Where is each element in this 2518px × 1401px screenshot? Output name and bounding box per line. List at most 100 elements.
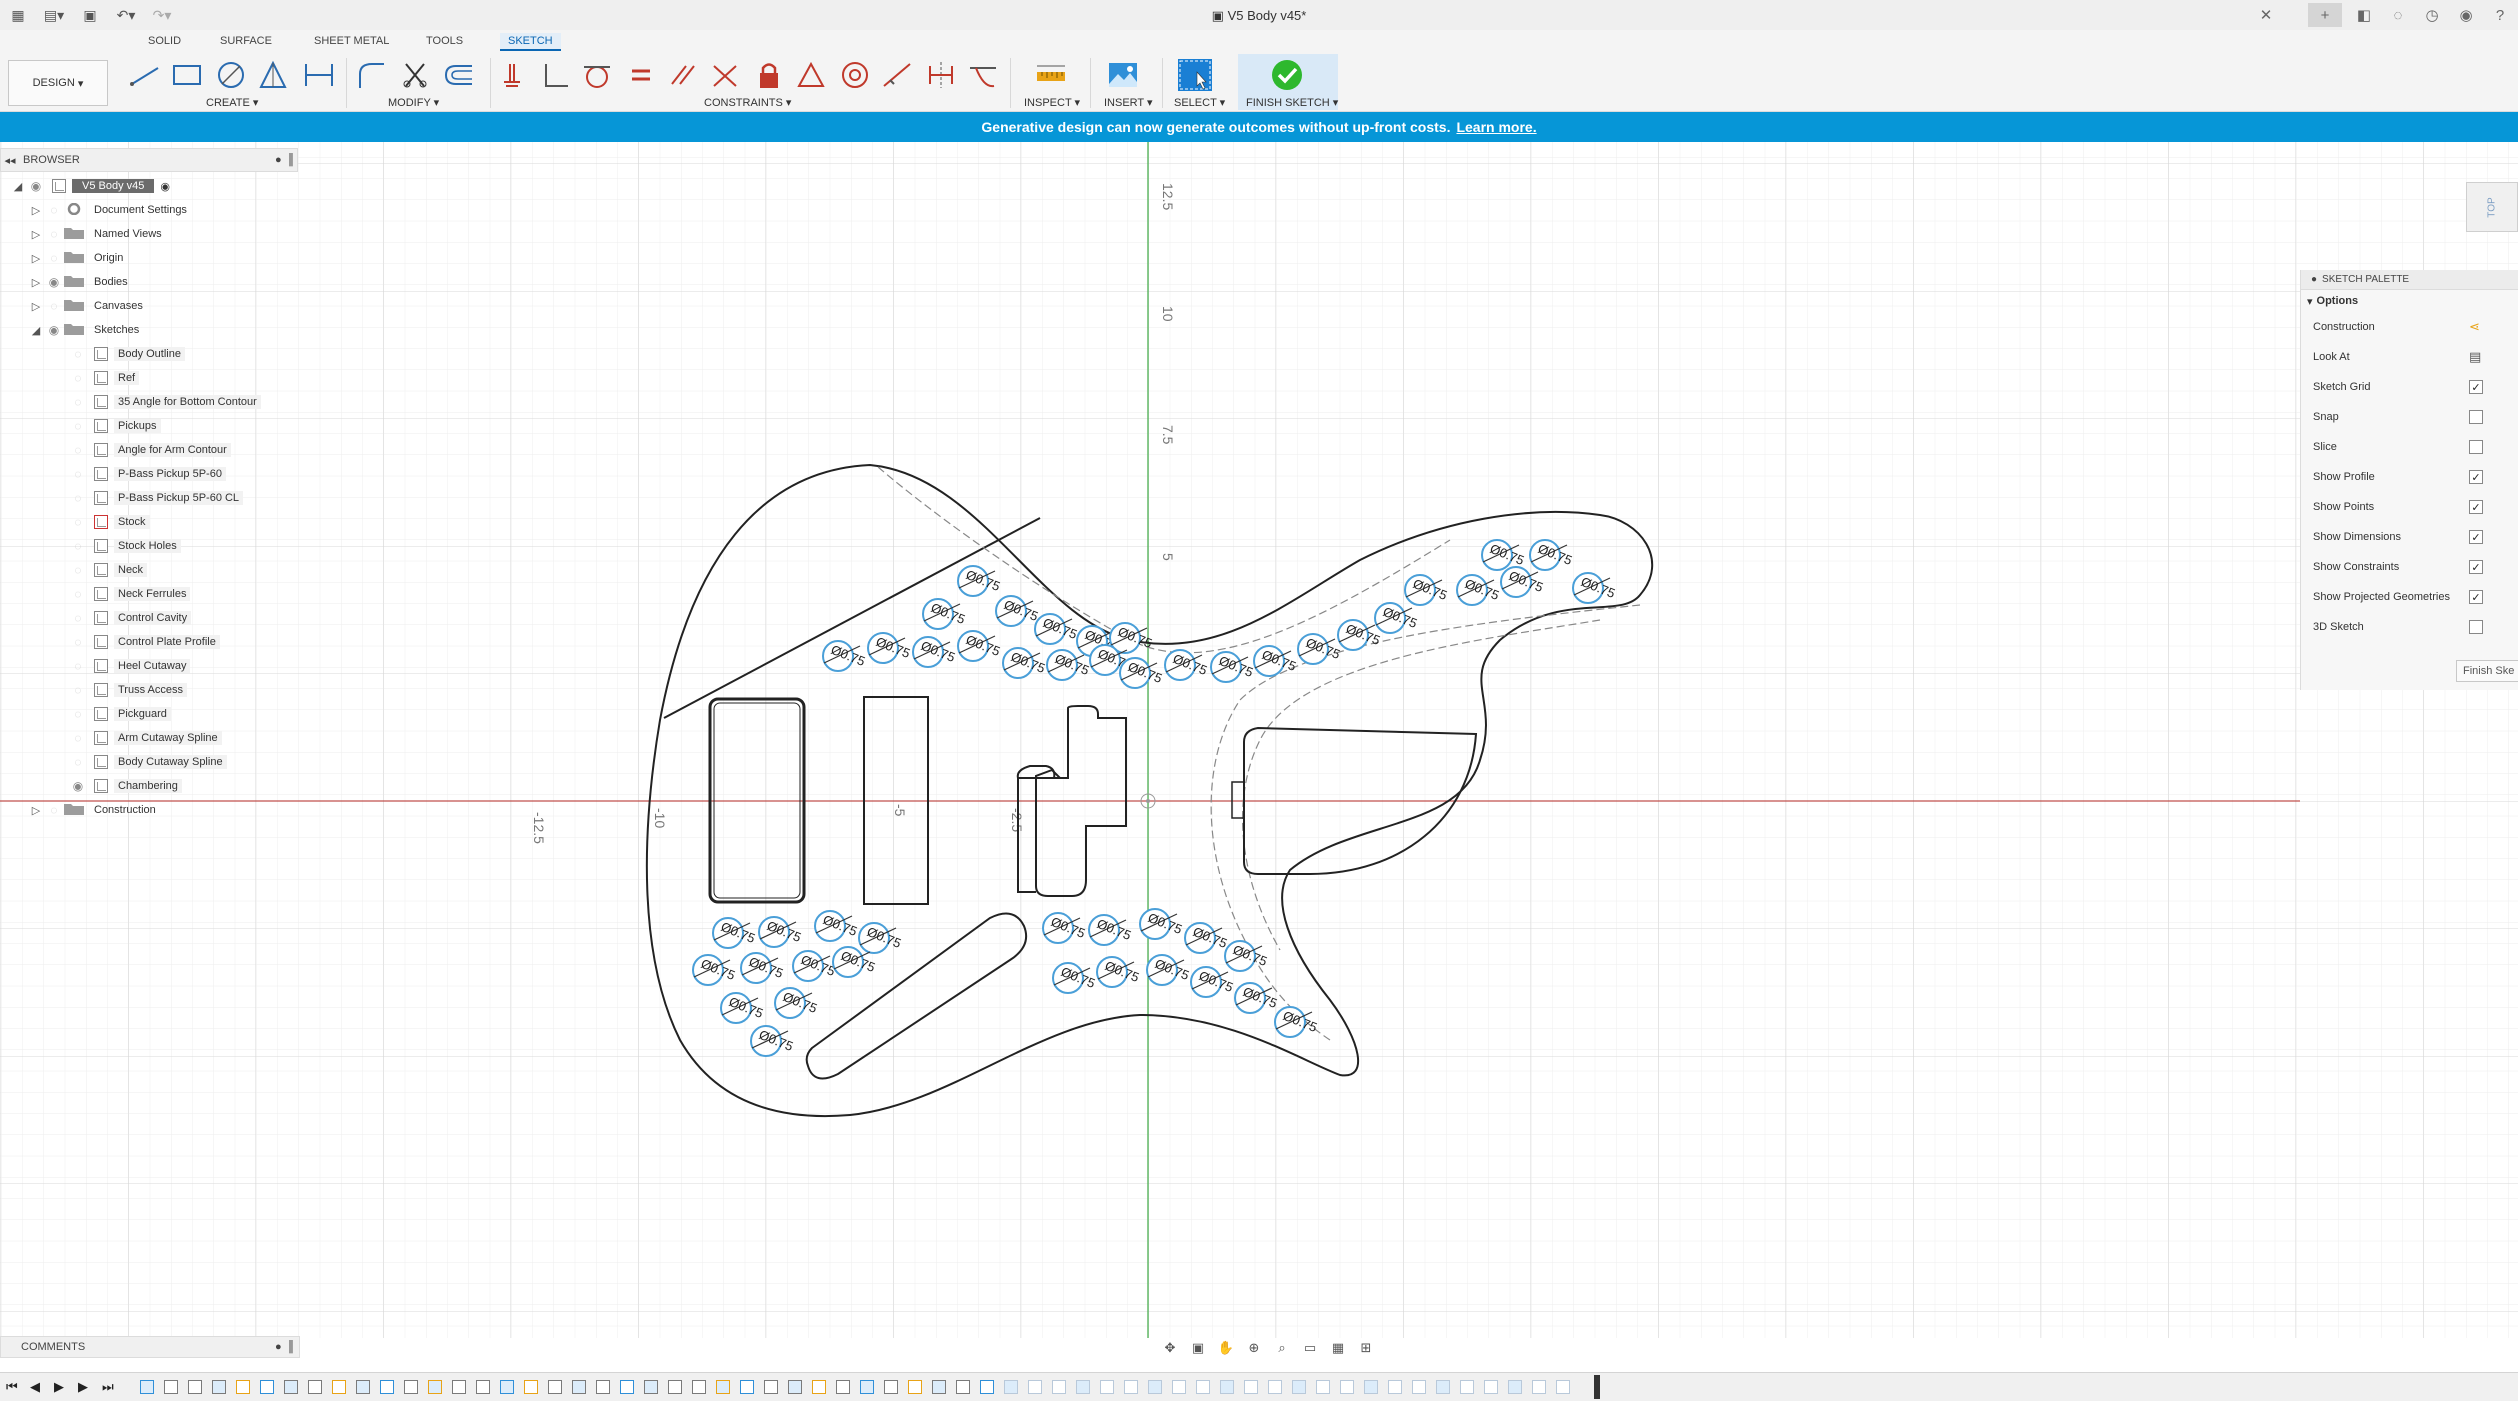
browser-sketch-item[interactable]: ◌ Neck Ferrules (0, 584, 191, 604)
app-grid-icon[interactable]: ▦ (6, 4, 30, 26)
timeline-feature-icon[interactable] (1412, 1380, 1426, 1394)
timeline-feature-icon[interactable] (1004, 1380, 1018, 1394)
create-group-label[interactable]: CREATE ▾ (206, 96, 258, 109)
timeline-feature-icon[interactable] (188, 1380, 202, 1394)
checked-checkbox-icon[interactable]: ✓ (2469, 530, 2483, 544)
pan-icon[interactable]: ✋ (1216, 1339, 1236, 1357)
browser-node-named-views[interactable]: ▷ ◌ Named Views (0, 224, 166, 244)
close-tab-icon[interactable]: ✕ (2254, 3, 2278, 27)
browser-sketch-item[interactable]: ◌ Pickguard (0, 704, 171, 724)
palette-option-construction[interactable]: Construction ⋖ (2301, 312, 2518, 342)
timeline-feature-icon[interactable] (356, 1380, 370, 1394)
visibility-eye-icon[interactable]: ◌ (44, 251, 64, 265)
visibility-eye-icon[interactable]: ◌ (68, 467, 88, 481)
tangent-constraint-icon[interactable] (578, 58, 616, 92)
visibility-eye-icon[interactable]: ◌ (68, 707, 88, 721)
browser-sketch-item[interactable]: ◌ Stock Holes (0, 536, 181, 556)
browser-sketch-item[interactable]: ◌ Body Cutaway Spline (0, 752, 227, 772)
curvature-constraint-icon[interactable] (964, 58, 1002, 92)
timeline-feature-icon[interactable] (212, 1380, 226, 1394)
visibility-eye-icon[interactable]: ◌ (68, 635, 88, 649)
timeline-feature-icon[interactable] (908, 1380, 922, 1394)
visibility-eye-icon[interactable]: ◌ (68, 683, 88, 697)
visibility-eye-icon[interactable]: ◌ (68, 587, 88, 601)
timeline-feature-icon[interactable] (788, 1380, 802, 1394)
timeline-feature-icon[interactable] (1484, 1380, 1498, 1394)
offset-tool-icon[interactable] (440, 58, 478, 92)
unchecked-checkbox-icon[interactable] (2469, 410, 2483, 424)
checked-checkbox-icon[interactable]: ✓ (2469, 590, 2483, 604)
expand-triangle-icon[interactable]: ▷ (28, 276, 44, 289)
timeline-feature-icon[interactable] (932, 1380, 946, 1394)
collapse-panel-icon[interactable]: ◂◂ (1, 154, 19, 167)
browser-sketch-item[interactable]: ◌ Heel Cutaway (0, 656, 191, 676)
timeline-feature-icon[interactable] (1460, 1380, 1474, 1394)
line-tool-icon[interactable] (126, 58, 164, 92)
fillet-tool-icon[interactable] (352, 58, 390, 92)
unchecked-checkbox-icon[interactable] (2469, 620, 2483, 634)
timeline-feature-icon[interactable] (1508, 1380, 1522, 1394)
browser-sketch-item[interactable]: ◌ Control Cavity (0, 608, 192, 628)
viewcube[interactable]: TOP (2466, 182, 2518, 232)
finish-sketch-check-icon[interactable] (1268, 58, 1306, 92)
help-icon[interactable]: ? (2488, 3, 2512, 27)
timeline-feature-icon[interactable] (836, 1380, 850, 1394)
timeline-end-icon[interactable]: ⏭ (102, 1379, 114, 1395)
timeline-feature-icon[interactable] (260, 1380, 274, 1394)
workspace-switcher-button[interactable]: DESIGN ▾ (8, 60, 108, 106)
lock-constraint-icon[interactable] (750, 58, 788, 92)
browser-node-bodies[interactable]: ▷ ◉ Bodies (0, 272, 132, 292)
checked-checkbox-icon[interactable]: ✓ (2469, 560, 2483, 574)
palette-options-section[interactable]: ▾ Options (2301, 290, 2518, 312)
timeline-feature-icon[interactable] (236, 1380, 250, 1394)
timeline-feature-icon[interactable] (380, 1380, 394, 1394)
palette-option-show-dimensions[interactable]: Show Dimensions ✓ (2301, 522, 2518, 552)
triangle-tool-icon[interactable] (254, 58, 292, 92)
palette-option-snap[interactable]: Snap (2301, 402, 2518, 432)
visibility-eye-icon[interactable]: ◌ (44, 803, 64, 817)
browser-sketch-item[interactable]: ◌ 35 Angle for Bottom Contour (0, 392, 261, 412)
visibility-eye-icon[interactable]: ◌ (68, 731, 88, 745)
browser-sketch-item[interactable]: ◌ Pickups (0, 416, 161, 436)
visibility-eye-icon[interactable]: ◌ (44, 203, 64, 217)
timeline-feature-icon[interactable] (644, 1380, 658, 1394)
browser-pin-icon[interactable]: ● (275, 154, 282, 166)
palette-option-slice[interactable]: Slice (2301, 432, 2518, 462)
palette-option-show-constraints[interactable]: Show Constraints ✓ (2301, 552, 2518, 582)
look-at-icon[interactable]: ▤ (2469, 349, 2481, 365)
browser-sketch-item[interactable]: ◌ Stock (0, 512, 150, 532)
browser-sketch-item[interactable]: ◌ Neck (0, 560, 148, 580)
browser-root-component[interactable]: ◢ ◉ V5 Body v45 ◉ (0, 176, 170, 196)
palette-option-show-points[interactable]: Show Points ✓ (2301, 492, 2518, 522)
browser-sketch-item[interactable]: ◌ Control Plate Profile (0, 632, 220, 652)
visibility-eye-icon[interactable]: ◌ (44, 299, 64, 313)
midpoint-constraint-icon[interactable] (792, 58, 830, 92)
timeline-feature-icon[interactable] (140, 1380, 154, 1394)
timeline-feature-icon[interactable] (740, 1380, 754, 1394)
timeline-feature-icon[interactable] (1340, 1380, 1354, 1394)
notifications-icon[interactable]: ◷ (2420, 3, 2444, 27)
visibility-eye-icon[interactable]: ◌ (68, 539, 88, 553)
dimension-tool-icon[interactable] (300, 58, 338, 92)
comments-resize-handle[interactable]: ▌ (289, 1341, 297, 1353)
undo-icon[interactable]: ↶▾ (114, 4, 138, 26)
timeline-feature-icon[interactable] (812, 1380, 826, 1394)
browser-sketch-item[interactable]: ◌ P-Bass Pickup 5P-60 CL (0, 488, 244, 508)
insert-group-label[interactable]: INSERT ▾ (1104, 96, 1153, 109)
expand-triangle-icon[interactable]: ▷ (28, 804, 44, 817)
sketch-canvas[interactable]: 12.5 10 7.5 5 -12.5 -10 -5 -2.5 Ø0.75Ø0.… (0, 142, 2518, 1338)
perpendicular-x-constraint-icon[interactable] (706, 58, 744, 92)
timeline-feature-icon[interactable] (980, 1380, 994, 1394)
expand-triangle-icon[interactable]: ▷ (28, 300, 44, 313)
job-status-icon[interactable]: ◧ (2352, 3, 2376, 27)
timeline-feature-icon[interactable] (1148, 1380, 1162, 1394)
zoom-window-icon[interactable]: ⌕ (1272, 1339, 1292, 1357)
visibility-eye-icon[interactable]: ◌ (68, 563, 88, 577)
timeline-feature-icon[interactable] (404, 1380, 418, 1394)
trim-tool-icon[interactable] (396, 58, 434, 92)
concentric-constraint-icon[interactable] (836, 58, 874, 92)
grid-settings-icon[interactable]: ▦ (1328, 1339, 1348, 1357)
timeline-feature-icon[interactable] (1196, 1380, 1210, 1394)
browser-sketch-item[interactable]: ◌ Angle for Arm Contour (0, 440, 231, 460)
activate-radio-icon[interactable]: ◉ (160, 180, 170, 193)
